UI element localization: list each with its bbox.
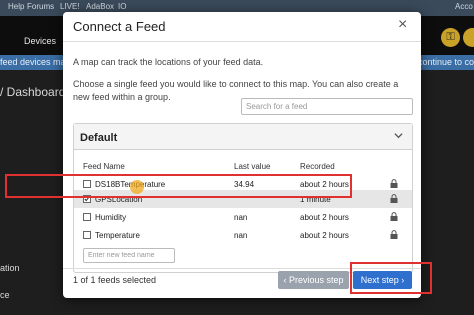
close-icon[interactable]: × xyxy=(398,16,407,34)
feed-recorded: about 2 hours xyxy=(300,213,349,222)
chevron-down-icon[interactable] xyxy=(394,131,403,140)
header-divider xyxy=(63,41,421,42)
topbar-link-io[interactable]: IO xyxy=(118,2,126,11)
modal-title: Connect a Feed xyxy=(73,19,166,34)
breadcrumb: / Dashboards xyxy=(0,85,72,99)
intro-text: A map can track the locations of your fe… xyxy=(73,57,264,67)
sidebar-item-location[interactable]: ation xyxy=(0,263,20,273)
lock-icon xyxy=(390,179,398,188)
feed-name: Temperature xyxy=(95,231,140,240)
selected-count: 1 of 1 feeds selected xyxy=(73,275,157,285)
column-header-recorded: Recorded xyxy=(300,162,335,171)
sidebar-item-device[interactable]: ce xyxy=(0,290,10,300)
topbar-link-adabox[interactable]: AdaBox xyxy=(86,2,114,11)
topbar-link-live[interactable]: LIVE! xyxy=(60,2,80,11)
feed-search-input[interactable] xyxy=(241,98,413,115)
feed-checkbox[interactable] xyxy=(83,213,91,221)
account-link[interactable]: Acco xyxy=(455,2,473,11)
lock-icon xyxy=(390,230,398,239)
feed-group-default: Default Feed Name Last value Recorded DS… xyxy=(73,123,413,273)
column-header-feed-name: Feed Name xyxy=(83,162,125,171)
banner-text-right: continue to conne xyxy=(418,57,474,67)
key-icon[interactable]: ⚿ xyxy=(441,28,460,47)
feed-checkbox[interactable] xyxy=(83,231,91,239)
group-title: Default xyxy=(80,132,118,144)
cursor-indicator xyxy=(130,180,144,194)
new-feed-name-input[interactable] xyxy=(83,248,175,263)
feed-recorded: about 2 hours xyxy=(300,231,349,240)
feed-row[interactable]: Humidity nan about 2 hours xyxy=(74,208,412,226)
feed-name: Humidity xyxy=(95,213,127,222)
lock-icon xyxy=(390,212,398,221)
lock-icon xyxy=(390,194,398,203)
topbar-link-help[interactable]: Help xyxy=(8,2,24,11)
highlight-box-next-button xyxy=(350,262,432,294)
power-icon[interactable] xyxy=(463,28,474,47)
feed-last-value: nan xyxy=(234,213,248,222)
feed-last-value: nan xyxy=(234,231,248,240)
previous-step-button[interactable]: ‹ Previous step xyxy=(278,271,349,289)
connect-feed-modal: Connect a Feed × A map can track the loc… xyxy=(63,12,421,298)
feed-row[interactable]: Temperature nan about 2 hours xyxy=(74,226,412,244)
group-header[interactable]: Default xyxy=(74,124,412,150)
nav-devices[interactable]: Devices xyxy=(24,36,56,46)
topbar-link-forums[interactable]: Forums xyxy=(27,2,54,11)
highlight-box-selected-row xyxy=(5,174,352,198)
column-header-last-value: Last value xyxy=(234,162,271,171)
previous-step-label: Previous step xyxy=(288,275,344,285)
